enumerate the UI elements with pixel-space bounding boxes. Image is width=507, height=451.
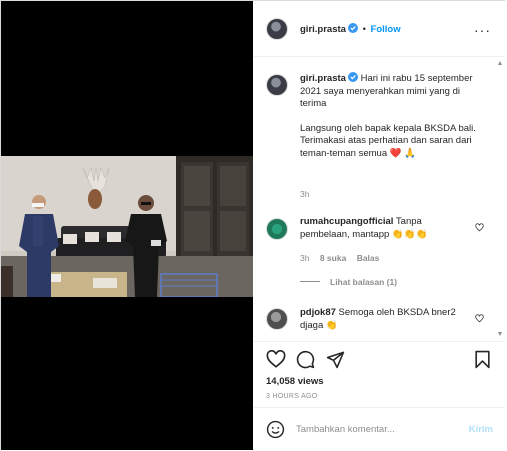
save-bookmark-icon[interactable] (474, 350, 491, 369)
caption-text-2: Langsung oleh bapak kepala BKSDA bali. T… (300, 122, 476, 159)
author-line: giri.prasta • Follow (300, 23, 401, 35)
verified-badge-icon (347, 72, 358, 82)
comment-1-meta: 3h 8 suka Balas (300, 253, 379, 263)
comment-1-likes[interactable]: 8 suka (320, 253, 346, 263)
comment-1-time[interactable]: 3h (300, 253, 309, 263)
instagram-post-dialog: giri.prasta • Follow ··· giri.prasta Har… (0, 0, 505, 450)
share-paper-plane-icon[interactable] (326, 350, 345, 369)
comment-bubble-icon[interactable] (296, 350, 315, 369)
comments-scrollbar[interactable] (498, 61, 502, 336)
comment-1-username[interactable]: rumahcupangofficial (300, 216, 393, 227)
add-comment-bar: Tambahkan komentar... Kirim (254, 407, 505, 450)
like-comment-heart-icon[interactable] (475, 314, 484, 323)
like-heart-icon[interactable] (266, 350, 286, 368)
comment-avatar[interactable] (266, 218, 288, 240)
reply-button[interactable]: Balas (357, 253, 380, 263)
caption-username[interactable]: giri.prasta (300, 73, 346, 84)
author-username[interactable]: giri.prasta (300, 24, 346, 35)
comment-avatar[interactable] (266, 308, 288, 330)
video-frame (1, 156, 253, 297)
comment-2: pdjok87 Semoga oleh BKSDA bner2 djaga 👏 (300, 307, 470, 332)
view-count[interactable]: 14,058 views (266, 376, 324, 387)
follow-button[interactable]: Follow (371, 24, 401, 35)
comments-area[interactable]: giri.prasta Hari ini rabu 15 september 2… (254, 58, 505, 341)
replies-line (300, 281, 320, 282)
post-comment-button[interactable]: Kirim (469, 424, 493, 435)
post-video[interactable] (1, 1, 253, 450)
comment-input[interactable]: Tambahkan komentar... (296, 424, 395, 435)
comment-2-username[interactable]: pdjok87 (300, 307, 336, 318)
post-actions: 14,058 views 3 HOURS AGO (254, 341, 505, 407)
emoji-smiley-icon[interactable] (266, 420, 285, 439)
more-options-icon[interactable]: ··· (474, 22, 491, 38)
caption-time[interactable]: 3h (300, 189, 309, 199)
post-header: giri.prasta • Follow ··· (254, 1, 505, 57)
view-replies[interactable]: Lihat balasan (1) (300, 277, 397, 287)
caption: giri.prasta Hari ini rabu 15 september 2… (300, 72, 478, 160)
comment-1: rumahcupangofficial Tanpa pembelaan, man… (300, 216, 470, 241)
post-details-panel: giri.prasta • Follow ··· giri.prasta Har… (254, 1, 505, 450)
post-timestamp[interactable]: 3 HOURS AGO (266, 393, 318, 400)
author-avatar[interactable] (266, 18, 288, 40)
like-comment-heart-icon[interactable] (475, 223, 484, 232)
header-separator: • (362, 24, 366, 35)
view-replies-label[interactable]: Lihat balasan (1) (330, 277, 397, 287)
office-scene-image (1, 156, 253, 297)
caption-emoji: ❤️ 🙏 (389, 147, 417, 159)
caption-avatar[interactable] (266, 74, 288, 96)
verified-badge-icon (347, 23, 358, 33)
